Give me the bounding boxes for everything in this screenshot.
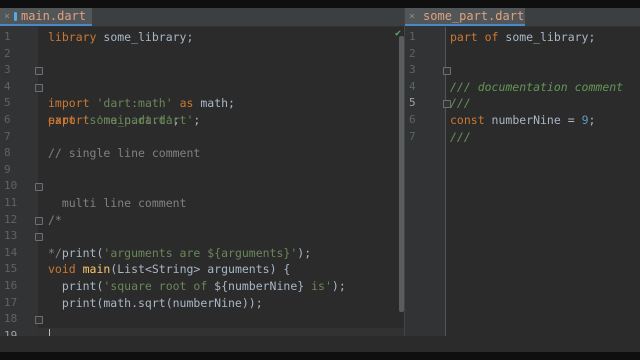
code-line: void main(List<String> arguments) { xyxy=(35,228,404,276)
fold-icon[interactable] xyxy=(35,316,43,325)
line-number: 11 xyxy=(4,196,18,209)
tab-main-dart[interactable]: × main.dart xyxy=(0,8,92,26)
code-line: multi line comment xyxy=(48,196,187,210)
code-line: part of some_library; xyxy=(450,30,596,44)
code-line: import 'dart:math' as math; xyxy=(35,62,404,110)
tab-label: some_part.dart xyxy=(423,9,525,23)
line-number-gutter: 1 2 3 4 5 6 7 8 9 10 11 12 13 14 15 16 1… xyxy=(0,27,38,352)
fold-icon[interactable] xyxy=(35,67,43,76)
line-number: 2 xyxy=(409,46,416,60)
code-line: } xyxy=(35,311,404,352)
line-number: 5 xyxy=(4,96,11,110)
code-line: library some_library; xyxy=(48,30,194,44)
line-number: 4 xyxy=(4,79,11,93)
line-number: 6 xyxy=(4,113,11,126)
code-line: export 'main.dart'; xyxy=(35,79,404,127)
line-number: 6 xyxy=(409,113,416,126)
line-number: 10 xyxy=(4,179,18,193)
fold-icon[interactable] xyxy=(443,100,451,109)
code-line: /// xyxy=(443,95,640,144)
code-line: const numberNine = 9; xyxy=(450,113,596,127)
check-icon: ✔ xyxy=(395,28,402,39)
code-line: print(math.sqrt(numberNine)); xyxy=(48,295,263,310)
line-number: 1 xyxy=(409,30,416,43)
line-number: 7 xyxy=(4,129,11,143)
close-icon[interactable]: × xyxy=(4,11,10,22)
fold-icon[interactable] xyxy=(443,67,451,76)
line-number: 15 xyxy=(4,262,18,276)
code-line: /// xyxy=(443,62,640,110)
close-icon[interactable]: × xyxy=(409,11,415,22)
line-number: 16 xyxy=(4,279,18,292)
line-number: 9 xyxy=(4,162,11,176)
code-line: // single line comment xyxy=(48,146,201,161)
fold-icon[interactable] xyxy=(35,183,43,192)
right-tab-bar: × some_part.dart xyxy=(405,8,640,27)
fold-icon[interactable] xyxy=(35,216,43,225)
line-number: 3 xyxy=(4,63,11,77)
fold-icon[interactable] xyxy=(35,233,43,242)
line-number-current: 5 xyxy=(409,96,416,110)
bottom-bar xyxy=(0,336,640,352)
code-line: part 'some_part.dart'; xyxy=(48,113,201,127)
line-number: 12 xyxy=(4,212,18,226)
tab-label: main.dart xyxy=(20,9,86,23)
dart-file-icon xyxy=(14,11,17,21)
code-line: */ xyxy=(35,212,404,260)
line-number: 4 xyxy=(409,79,416,93)
left-tab-bar: × main.dart xyxy=(0,8,404,27)
left-editor-pane: × main.dart 1 2 3 4 5 6 7 8 9 10 11 12 1… xyxy=(0,8,404,352)
line-number: 14 xyxy=(4,245,18,259)
code-line: print('square root of ${numberNine} is')… xyxy=(48,279,346,293)
line-number: 18 xyxy=(4,312,18,326)
line-number: 7 xyxy=(409,129,416,143)
line-number: 8 xyxy=(4,146,11,160)
line-number-gutter: 1 2 3 4 5 6 7 xyxy=(405,27,446,352)
line-number: 3 xyxy=(409,63,416,77)
line-number: 13 xyxy=(4,229,18,243)
fold-icon[interactable] xyxy=(35,83,43,92)
code-line: print('arguments are ${arguments}'); xyxy=(48,245,312,260)
line-number: 17 xyxy=(4,295,18,309)
tab-some-part-dart[interactable]: × some_part.dart xyxy=(405,8,525,26)
code-line: /* xyxy=(35,178,404,227)
code-line: /// documentation comment xyxy=(450,79,624,94)
line-number: 1 xyxy=(4,30,11,43)
ide-window: × main.dart 1 2 3 4 5 6 7 8 9 10 11 12 1… xyxy=(0,8,640,352)
right-editor-pane: × some_part.dart 1 2 3 4 5 6 7 part of s… xyxy=(404,8,640,352)
line-number: 2 xyxy=(4,46,11,60)
